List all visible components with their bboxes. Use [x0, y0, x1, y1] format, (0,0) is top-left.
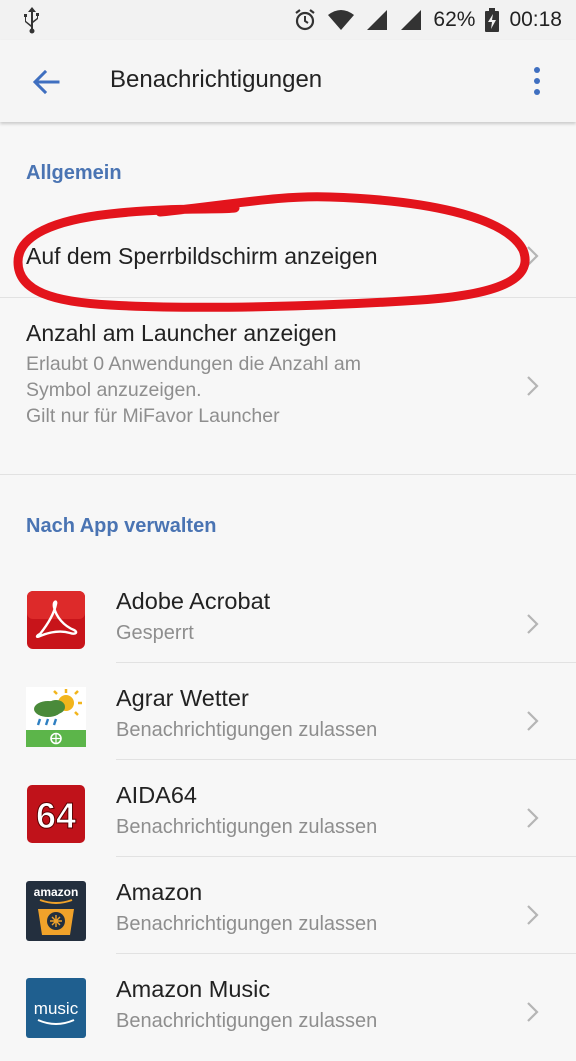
page-title: Benachrichtigungen — [110, 66, 323, 93]
app-name: Amazon — [116, 879, 203, 905]
section-header-general: Allgemein — [26, 162, 122, 184]
amazon-icon: amazon — [26, 881, 86, 941]
app-item-adobe-acrobat[interactable]: Adobe Acrobat Gesperrt — [0, 576, 576, 673]
app-item-aida64[interactable]: 64 AIDA64 Benachrichtigungen zulassen — [0, 770, 576, 867]
lockscreen-setting-title: Auf dem Sperrbildschirm anzeigen — [26, 243, 378, 269]
launcher-count-description: Erlaubt 0 Anwendungen die Anzahl am Symb… — [26, 353, 361, 427]
app-item-amazon-music[interactable]: music Amazon Music Benachrichtigungen zu… — [0, 964, 576, 1061]
app-status: Gesperrt — [116, 622, 194, 644]
launcher-count-setting-row[interactable]: Anzahl am Launcher anzeigen Erlaubt 0 An… — [0, 298, 576, 474]
chevron-right-icon — [527, 376, 539, 396]
battery-charging-icon — [485, 8, 500, 32]
chevron-right-icon — [527, 905, 539, 925]
chevron-right-icon — [527, 711, 539, 731]
launcher-count-title: Anzahl am Launcher anzeigen — [26, 320, 337, 346]
divider — [0, 474, 576, 475]
lockscreen-setting-row[interactable]: Auf dem Sperrbildschirm anzeigen — [0, 210, 576, 296]
overflow-menu-button[interactable] — [530, 64, 544, 98]
agrar-wetter-icon — [26, 687, 86, 747]
app-status: Benachrichtigungen zulassen — [116, 1010, 378, 1032]
app-status: Benachrichtigungen zulassen — [116, 816, 378, 838]
arrow-left-icon — [32, 69, 60, 95]
divider — [116, 856, 576, 857]
status-bar: 62% 00:18 — [0, 0, 576, 40]
divider — [116, 662, 576, 663]
app-name: Amazon Music — [116, 976, 271, 1002]
clock: 00:18 — [509, 8, 562, 31]
amazon-music-icon: music — [26, 978, 86, 1038]
svg-text:amazon: amazon — [34, 885, 79, 899]
chevron-right-icon — [527, 246, 539, 266]
signal-icon — [365, 9, 389, 31]
app-bar: Benachrichtigungen — [0, 40, 576, 122]
app-name: AIDA64 — [116, 782, 197, 808]
app-name: Adobe Acrobat — [116, 588, 271, 614]
aida64-icon: 64 — [26, 784, 86, 844]
app-item-agrar-wetter[interactable]: Agrar Wetter Benachrichtigungen zulassen — [0, 673, 576, 770]
wifi-icon — [327, 9, 355, 31]
svg-text:music: music — [34, 999, 79, 1018]
adobe-acrobat-icon — [26, 590, 86, 650]
chevron-right-icon — [527, 614, 539, 634]
alarm-icon — [293, 8, 317, 32]
more-vert-icon — [534, 67, 540, 95]
signal-icon — [399, 9, 423, 31]
app-item-amazon[interactable]: amazon Amazon Benachrichtigungen zulasse… — [0, 867, 576, 964]
app-status: Benachrichtigungen zulassen — [116, 719, 378, 741]
battery-percent: 62% — [433, 8, 476, 31]
app-status: Benachrichtigungen zulassen — [116, 913, 378, 935]
back-button[interactable] — [30, 66, 62, 98]
usb-icon — [22, 6, 42, 34]
chevron-right-icon — [527, 1002, 539, 1022]
chevron-right-icon — [527, 808, 539, 828]
section-header-apps: Nach App verwalten — [26, 515, 217, 537]
divider — [116, 759, 576, 760]
svg-text:64: 64 — [36, 795, 76, 836]
app-name: Agrar Wetter — [116, 685, 249, 711]
divider — [116, 953, 576, 954]
